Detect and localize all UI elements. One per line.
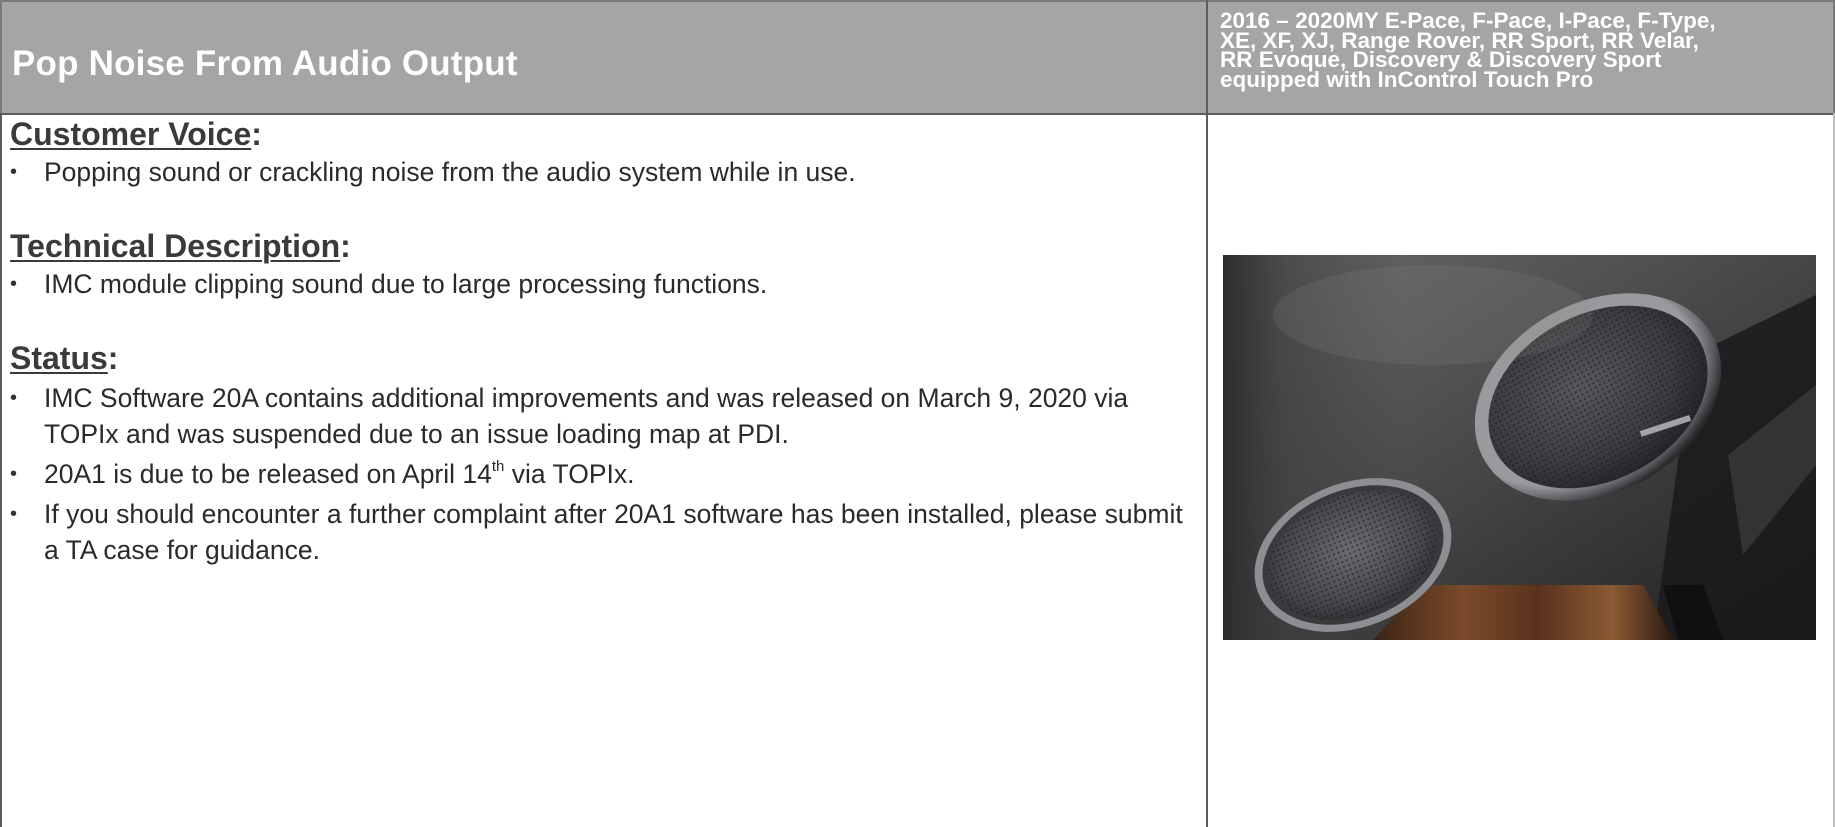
status-item-20a1-tail: via TOPIx. xyxy=(504,459,635,489)
status-heading-text: Status xyxy=(10,340,108,376)
list-item: • If you should encounter a further comp… xyxy=(10,496,1195,568)
light-glare xyxy=(1273,265,1593,365)
customer-voice-list: • Popping sound or crackling noise from … xyxy=(10,154,1195,190)
document-title: Pop Noise From Audio Output xyxy=(12,43,518,83)
vehicle-applicability: 2016 – 2020MY E-Pace, F-Pace, I-Pace, F-… xyxy=(1220,8,1716,92)
bullet-icon: • xyxy=(10,161,18,183)
status-item-release: IMC Software 20A contains additional imp… xyxy=(44,383,1129,449)
heading-colon: : xyxy=(251,116,262,152)
technical-description-heading: Technical Description: xyxy=(10,226,1195,266)
heading-colon: : xyxy=(107,340,119,376)
list-item: • IMC Software 20A contains additional i… xyxy=(10,380,1195,452)
technical-description-list: • IMC module clipping sound due to large… xyxy=(10,266,1195,302)
list-item: • 20A1 is due to be released on April 14… xyxy=(10,456,1195,492)
technical-description-heading-text: Technical Description xyxy=(10,228,341,264)
status-item-complaint: If you should encounter a further compla… xyxy=(44,499,1183,565)
customer-voice-heading: Customer Voice: xyxy=(10,114,1195,154)
heading-colon: : xyxy=(340,228,351,264)
list-item: • IMC module clipping sound due to large… xyxy=(10,266,1195,302)
column-divider xyxy=(1206,0,1208,827)
bullet-icon: • xyxy=(10,387,18,409)
left-border xyxy=(0,113,2,827)
technical-description-item: IMC module clipping sound due to large p… xyxy=(44,269,768,299)
bullet-icon: • xyxy=(10,503,18,525)
header-bar: Pop Noise From Audio Output 2016 – 2020M… xyxy=(0,0,1835,115)
status-heading: Status: xyxy=(10,338,1195,378)
speaker-grilles-photo xyxy=(1223,255,1816,640)
bullet-icon: • xyxy=(10,273,18,295)
status-list: • IMC Software 20A contains additional i… xyxy=(10,380,1195,568)
customer-voice-item: Popping sound or crackling noise from th… xyxy=(44,157,856,187)
bullet-icon: • xyxy=(10,463,18,485)
status-item-20a1-text: 20A1 is due to be released on April 14 xyxy=(44,459,492,489)
bulletin-body: Customer Voice: • Popping sound or crack… xyxy=(10,116,1195,568)
list-item: • Popping sound or crackling noise from … xyxy=(10,154,1195,190)
bulletin-page: Pop Noise From Audio Output 2016 – 2020M… xyxy=(0,0,1835,827)
customer-voice-heading-text: Customer Voice xyxy=(10,116,252,152)
status-item-20a1: 20A1 is due to be released on April 14th… xyxy=(44,456,1195,492)
ordinal-suffix: th xyxy=(491,458,505,476)
